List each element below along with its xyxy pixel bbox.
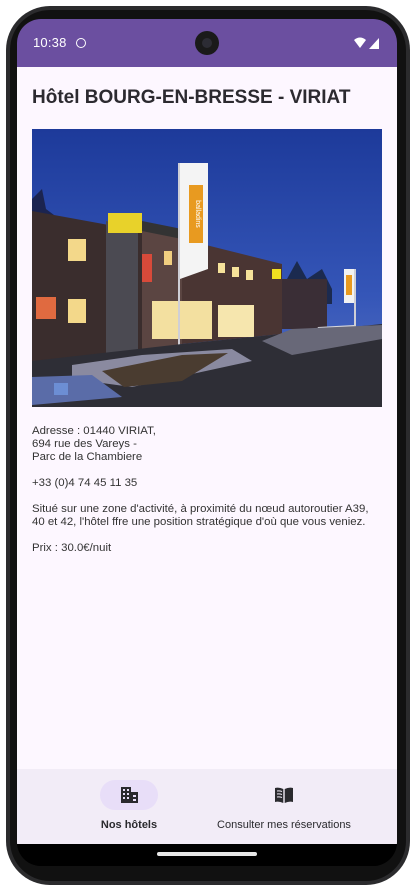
address-line: Parc de la Chambiere xyxy=(32,451,143,463)
nav-label-reservations: Consulter mes réservations xyxy=(217,819,351,831)
hotel-photo: balladins xyxy=(32,129,382,407)
hotel-title: Hôtel BOURG-EN-BRESSE - VIRIAT xyxy=(32,87,351,108)
nav-indicator xyxy=(100,780,158,810)
front-camera xyxy=(195,31,219,55)
status-bar: 10:38 xyxy=(17,19,397,67)
flag-sign-text: balladins xyxy=(194,200,201,228)
hotel-detail: Hôtel BOURG-EN-BRESSE - VIRIAT balladins… xyxy=(17,67,397,769)
hotel-description: Situé sur une zone d'activité, à proximi… xyxy=(32,503,369,528)
home-handle[interactable] xyxy=(157,852,257,856)
nav-label-hotels: Nos hôtels xyxy=(100,819,158,831)
nav-item-reservations[interactable]: Consulter mes réservations xyxy=(209,769,359,844)
hotel-address: Adresse : 01440 VIRIAT, 694 rue des Vare… xyxy=(32,425,384,464)
nav-indicator xyxy=(255,780,313,810)
status-time: 10:38 xyxy=(33,35,67,50)
book-icon xyxy=(275,787,293,803)
hotel-info: Adresse : 01440 VIRIAT, 694 rue des Vare… xyxy=(32,425,384,568)
gesture-bar xyxy=(17,844,397,866)
bottom-navigation: Nos hôtels Consulter mes réservations xyxy=(17,769,397,844)
address-line: 694 rue des Vareys - xyxy=(32,438,137,450)
address-line: Adresse : 01440 VIRIAT, xyxy=(32,425,156,437)
hotel-price: Prix : 30.0€/nuit xyxy=(32,542,112,554)
notification-icon xyxy=(76,38,86,48)
wifi-signal-icon xyxy=(354,37,379,49)
status-icons xyxy=(353,36,381,55)
phone-screen: 10:38 Hôtel BOURG-EN-BRESSE - VIRIAT bal… xyxy=(17,19,397,866)
building-icon xyxy=(121,787,138,803)
hotel-phone: +33 (0)4 74 45 11 35 xyxy=(32,477,138,489)
nav-item-hotels[interactable]: Nos hôtels xyxy=(80,769,178,844)
